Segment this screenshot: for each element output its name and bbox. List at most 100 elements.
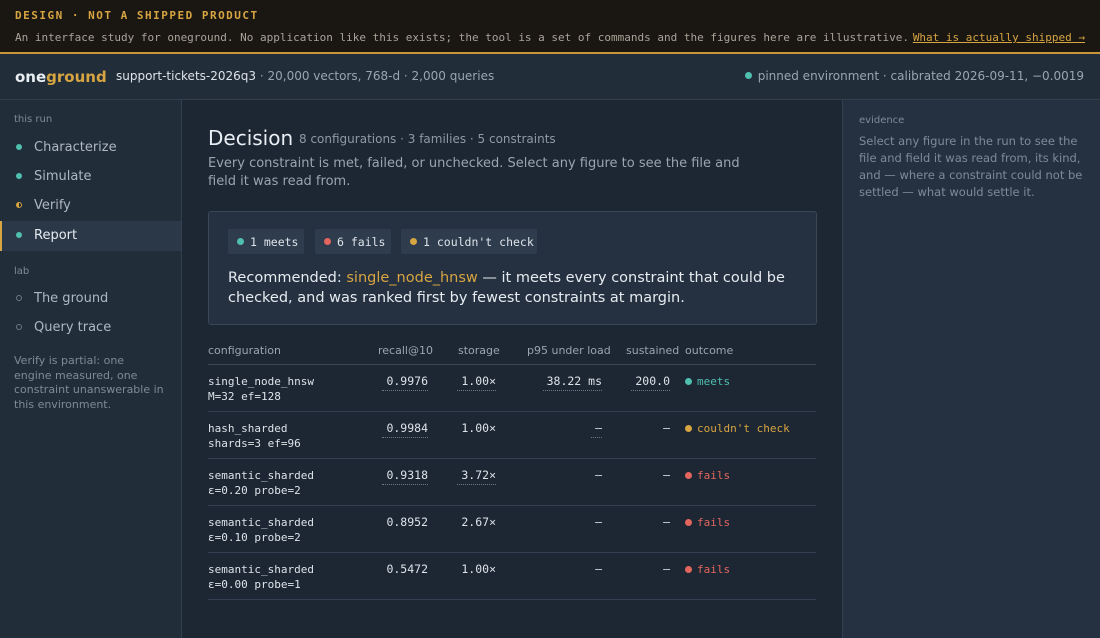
app-header: oneground support-tickets-2026q3 · 20,00… bbox=[0, 54, 1100, 100]
table-row[interactable]: hash_sharded shards=3 ef=96 0.9984 1.00× … bbox=[208, 412, 816, 459]
rec-prefix: Recommended: bbox=[228, 270, 342, 286]
sidebar-item-verify[interactable]: Verify bbox=[0, 191, 181, 221]
section-label-lab: lab bbox=[14, 266, 30, 277]
p95-value: — bbox=[595, 562, 602, 576]
evidence-label: evidence bbox=[859, 115, 905, 126]
app-logo[interactable]: oneground bbox=[15, 68, 107, 86]
verify-note: Verify is partial: one engine measured, … bbox=[14, 354, 164, 411]
ring-icon bbox=[16, 295, 22, 301]
recall-value: 0.5472 bbox=[386, 562, 428, 576]
outcome-label: fails bbox=[697, 563, 731, 576]
config-id: hash_sharded bbox=[208, 422, 288, 435]
config-name: single_node_hnsw M=32 ef=128 bbox=[208, 374, 314, 404]
shipped-link[interactable]: What is actually shipped → bbox=[913, 31, 1085, 44]
meets-dot-icon bbox=[237, 238, 244, 245]
page-meta: 8 configurations · 3 families · 5 constr… bbox=[299, 132, 556, 146]
main-content: Decision 8 configurations · 3 families ·… bbox=[182, 100, 842, 638]
recommendation-card: 1 meets 6 fails 1 couldn't check Recomme… bbox=[208, 211, 817, 325]
col-p95: p95 under load bbox=[527, 344, 611, 357]
table-row[interactable]: semantic_sharded ε=0.00 probe=1 0.5472 1.… bbox=[208, 553, 816, 600]
sidebar-item-label: Verify bbox=[34, 198, 71, 213]
sustained-value[interactable]: 200.0 bbox=[631, 374, 670, 391]
sidebar-item-characterize[interactable]: Characterize bbox=[0, 133, 181, 163]
sustained-value: — bbox=[663, 421, 670, 435]
p95-value[interactable]: 38.22 ms bbox=[542, 374, 602, 391]
status-dot-icon bbox=[744, 72, 752, 79]
sidebar-item-label: Report bbox=[34, 228, 78, 243]
recommendation-text: Recommended: single_node_hnsw — it meets… bbox=[228, 268, 788, 308]
pill-label: 1 couldn't check bbox=[423, 235, 534, 249]
sidebar-item-report[interactable]: Report bbox=[0, 221, 181, 251]
table-row[interactable]: single_node_hnsw M=32 ef=128 0.9976 1.00×… bbox=[208, 365, 816, 412]
meets-dot-icon bbox=[685, 377, 692, 385]
sidebar-item-label: Query trace bbox=[34, 320, 112, 335]
outcome-label: couldn't check bbox=[697, 422, 790, 435]
fails-dot-icon bbox=[685, 471, 692, 479]
config-params: M=32 ef=128 bbox=[208, 390, 281, 403]
outcome-badge: fails bbox=[685, 516, 730, 529]
sidebar-item-query-trace[interactable]: Query trace bbox=[0, 313, 181, 343]
done-dot-icon bbox=[16, 173, 22, 179]
unchecked-dot-icon bbox=[685, 424, 692, 432]
fails-dot-icon bbox=[685, 565, 692, 573]
recall-value[interactable]: 0.9984 bbox=[382, 421, 428, 438]
storage-value: 1.00× bbox=[461, 562, 496, 576]
config-params: shards=3 ef=96 bbox=[208, 437, 301, 450]
ring-icon bbox=[16, 324, 22, 330]
col-outcome: outcome bbox=[685, 344, 734, 357]
table-header: configuration recall@10 storage p95 unde… bbox=[208, 337, 816, 365]
outcome-badge: fails bbox=[685, 563, 730, 576]
recall-value[interactable]: 0.9318 bbox=[382, 468, 428, 485]
config-id: semantic_sharded bbox=[208, 516, 314, 529]
pill-label: 6 fails bbox=[337, 235, 386, 249]
done-dot-icon bbox=[16, 232, 22, 238]
config-name: semantic_sharded ε=0.00 probe=1 bbox=[208, 562, 314, 592]
config-params: ε=0.10 probe=2 bbox=[208, 531, 301, 544]
unchecked-dot-icon bbox=[410, 238, 417, 245]
p95-value[interactable]: — bbox=[591, 421, 602, 438]
config-id: semantic_sharded bbox=[208, 469, 314, 482]
storage-value[interactable]: 1.00× bbox=[457, 374, 496, 391]
sidebar-item-the-ground[interactable]: The ground bbox=[0, 284, 181, 314]
banner-text: An interface study for oneground. No app… bbox=[15, 31, 910, 44]
pill-label: 1 meets bbox=[250, 235, 299, 249]
meets-count-pill[interactable]: 1 meets bbox=[228, 229, 304, 254]
dataset-info: support-tickets-2026q3 · 20,000 vectors,… bbox=[116, 69, 494, 83]
outcome-label: meets bbox=[697, 375, 731, 388]
storage-value[interactable]: 3.72× bbox=[457, 468, 496, 485]
outcome-label: fails bbox=[697, 516, 731, 529]
fails-dot-icon bbox=[685, 518, 692, 526]
outcome-label: fails bbox=[697, 469, 731, 482]
config-name: hash_sharded shards=3 ef=96 bbox=[208, 421, 301, 451]
col-storage: storage bbox=[458, 344, 500, 357]
logo-part-ground: ground bbox=[46, 68, 107, 86]
sidebar-item-label: The ground bbox=[34, 291, 109, 306]
config-id: single_node_hnsw bbox=[208, 375, 314, 388]
config-params: ε=0.20 probe=2 bbox=[208, 484, 301, 497]
sidebar-item-simulate[interactable]: Simulate bbox=[0, 162, 181, 192]
evidence-panel: evidence Select any figure in the run to… bbox=[842, 100, 1100, 638]
col-recall: recall@10 bbox=[378, 344, 433, 357]
outcome-badge: meets bbox=[685, 375, 730, 388]
config-id: semantic_sharded bbox=[208, 563, 314, 576]
table-row[interactable]: semantic_sharded ε=0.10 probe=2 0.8952 2.… bbox=[208, 506, 816, 553]
storage-value: 2.67× bbox=[461, 515, 496, 529]
table-row[interactable]: semantic_sharded ε=0.20 probe=2 0.9318 3.… bbox=[208, 459, 816, 506]
page-title: Decision bbox=[208, 126, 294, 150]
sidebar-item-label: Simulate bbox=[34, 169, 92, 184]
storage-value: 1.00× bbox=[461, 421, 496, 435]
fails-count-pill[interactable]: 6 fails bbox=[315, 229, 391, 254]
logo-part-one: one bbox=[15, 68, 47, 86]
p95-value: — bbox=[595, 515, 602, 529]
recall-value[interactable]: 0.9976 bbox=[382, 374, 428, 391]
col-configuration: configuration bbox=[208, 344, 281, 357]
unchecked-count-pill[interactable]: 1 couldn't check bbox=[401, 229, 537, 254]
section-label-this-run: this run bbox=[14, 114, 53, 125]
p95-value: — bbox=[595, 468, 602, 482]
done-dot-icon bbox=[16, 144, 22, 150]
evidence-hint: Select any figure in the run to see the … bbox=[859, 134, 1083, 199]
recommended-config[interactable]: single_node_hnsw bbox=[346, 270, 477, 286]
dataset-name: support-tickets-2026q3 bbox=[116, 69, 257, 83]
sustained-value: — bbox=[663, 562, 670, 576]
partial-dot-icon bbox=[16, 202, 22, 208]
